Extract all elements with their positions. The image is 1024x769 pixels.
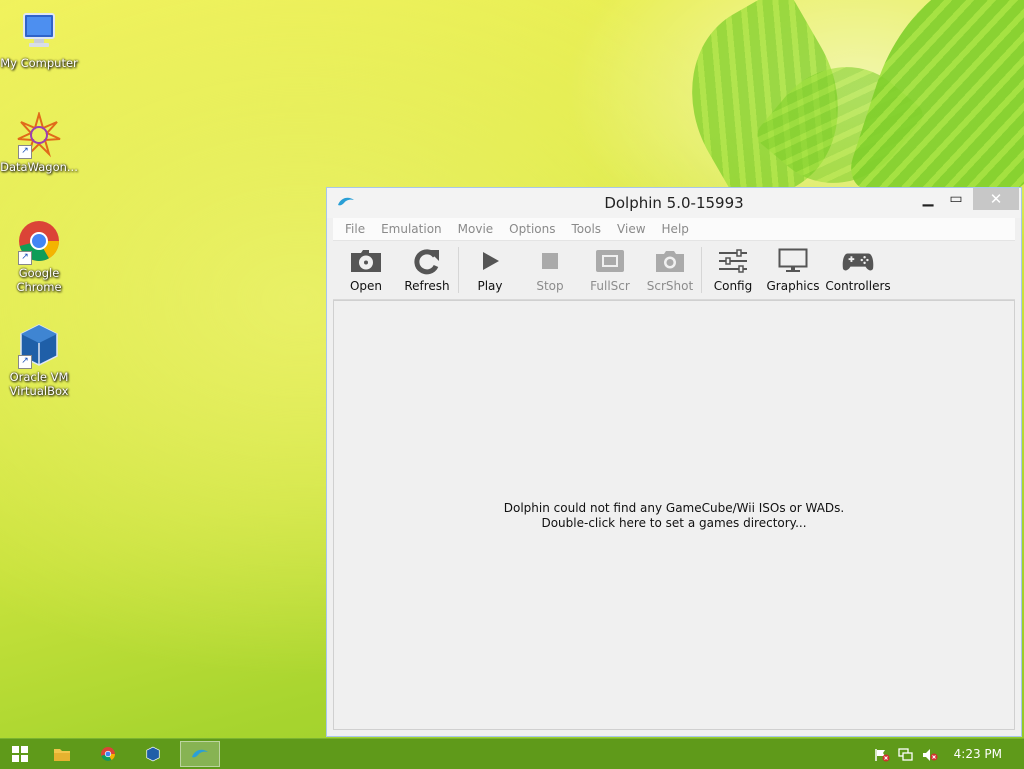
monitor-icon	[777, 247, 809, 275]
virtualbox-icon	[146, 746, 160, 762]
controllers-button[interactable]: Controllers	[823, 241, 893, 299]
empty-game-list-message[interactable]: Dolphin could not find any GameCube/Wii …	[334, 501, 1014, 531]
gamepad-icon	[842, 247, 874, 275]
stop-button[interactable]: Stop	[520, 241, 580, 299]
minimize-button[interactable]: ▁	[913, 188, 943, 210]
menu-options[interactable]: Options	[501, 222, 563, 236]
taskbar-chrome[interactable]	[88, 741, 128, 767]
title-bar[interactable]: Dolphin 5.0-15993 ▁ ▭ ✕	[327, 188, 1021, 218]
sliders-icon	[717, 247, 749, 275]
config-button[interactable]: Config	[703, 241, 763, 299]
shortcut-arrow-icon: ↗	[18, 355, 32, 369]
refresh-icon	[411, 247, 443, 275]
menu-file[interactable]: File	[337, 222, 373, 236]
toolbar: Open Refresh Play Stop FullScr ScrShot C…	[333, 241, 1015, 300]
screenshot-button[interactable]: ScrShot	[640, 241, 700, 299]
dolphin-icon	[192, 749, 208, 758]
taskbar: 4:23 PM	[0, 738, 1024, 769]
menu-help[interactable]: Help	[654, 222, 697, 236]
menu-bar: File Emulation Movie Options Tools View …	[333, 218, 1015, 241]
fullscreen-button[interactable]: FullScr	[580, 241, 640, 299]
start-button[interactable]	[0, 741, 40, 767]
virtualbox-icon: ↗	[16, 322, 62, 369]
camera-icon	[654, 247, 686, 275]
game-list-area[interactable]: Dolphin could not find any GameCube/Wii …	[333, 300, 1015, 730]
taskbar-virtualbox[interactable]	[133, 741, 173, 767]
close-button[interactable]: ✕	[973, 188, 1019, 210]
computer-icon	[16, 8, 62, 54]
stop-icon	[534, 247, 566, 275]
desktop-icon-datawagon[interactable]: ↗ DataWagon...	[0, 110, 78, 174]
folder-icon	[54, 749, 70, 761]
fullscreen-icon	[594, 247, 626, 275]
menu-movie[interactable]: Movie	[450, 222, 502, 236]
windows-logo-icon	[12, 746, 28, 762]
dolphin-window: Dolphin 5.0-15993 ▁ ▭ ✕ File Emulation M…	[326, 187, 1022, 737]
desktop-icon-virtualbox[interactable]: ↗ Oracle VM VirtualBox	[0, 322, 78, 398]
network-icon[interactable]	[898, 747, 914, 761]
shortcut-arrow-icon: ↗	[18, 251, 32, 265]
menu-emulation[interactable]: Emulation	[373, 222, 450, 236]
play-button[interactable]: Play	[460, 241, 520, 299]
menu-view[interactable]: View	[609, 222, 653, 236]
open-disc-icon	[350, 247, 382, 275]
taskbar-clock[interactable]: 4:23 PM	[954, 747, 1002, 761]
taskbar-dolphin[interactable]	[180, 741, 220, 767]
chrome-icon	[101, 747, 115, 761]
taskbar-file-explorer[interactable]	[42, 741, 82, 767]
chrome-icon: ↗	[16, 218, 62, 265]
open-button[interactable]: Open	[335, 241, 397, 299]
toolbar-separator	[458, 247, 459, 293]
action-center-flag-icon[interactable]	[874, 747, 890, 762]
shortcut-arrow-icon: ↗	[18, 145, 32, 159]
desktop-icon-google-chrome[interactable]: ↗ Google Chrome	[0, 218, 78, 294]
desktop-icon-my-computer[interactable]: My Computer	[0, 8, 78, 70]
volume-muted-icon[interactable]	[922, 747, 938, 761]
maximize-button[interactable]: ▭	[941, 188, 971, 210]
menu-tools[interactable]: Tools	[563, 222, 609, 236]
datawagon-icon: ↗	[16, 110, 62, 159]
play-icon	[474, 247, 506, 275]
toolbar-separator	[701, 247, 702, 293]
graphics-button[interactable]: Graphics	[763, 241, 823, 299]
refresh-button[interactable]: Refresh	[397, 241, 457, 299]
